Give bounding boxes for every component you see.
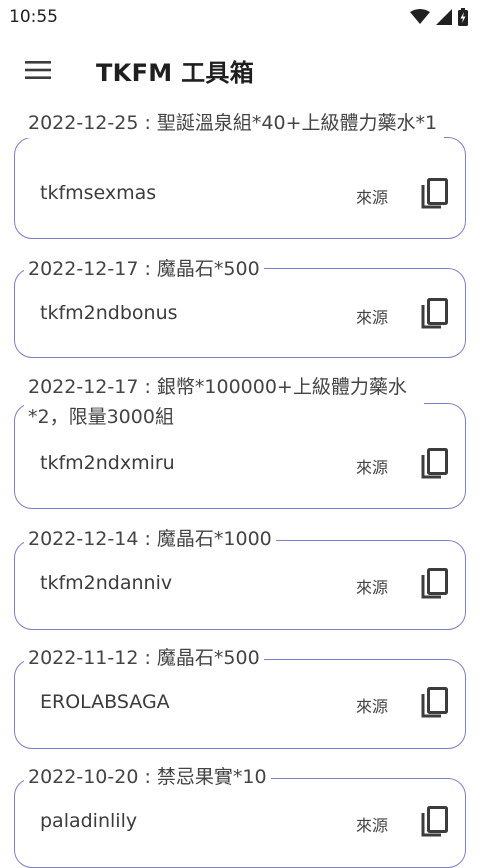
hamburger-menu-icon (25, 61, 51, 79)
status-icons (410, 8, 468, 26)
item-legend: 2022-12-17 : 魔晶石*500 (24, 254, 264, 284)
copy-button[interactable] (416, 296, 452, 332)
redeem-code: tkfm2ndxmiru (40, 452, 175, 474)
copy-icon (421, 298, 448, 329)
source-link[interactable]: 來源 (356, 693, 388, 717)
source-link[interactable]: 來源 (356, 304, 388, 328)
item-legend: 2022-12-17 : 銀幣*100000+上級體力藥水*2，限量3000組 (24, 372, 424, 432)
status-time: 10:55 (9, 7, 58, 27)
item-legend: 2022-11-12 : 魔晶石*500 (24, 643, 264, 673)
copy-icon (421, 806, 448, 837)
redeem-code: tkfm2ndanniv (40, 572, 173, 594)
source-link[interactable]: 來源 (356, 574, 388, 598)
item-legend: 2022-10-20 : 禁忌果實*10 (24, 762, 271, 792)
app-title: TKFM 工具箱 (96, 58, 255, 87)
redeem-code: paladinlily (40, 810, 138, 832)
source-link[interactable]: 來源 (356, 812, 388, 836)
copy-button[interactable] (416, 804, 452, 840)
source-link[interactable]: 來源 (356, 184, 388, 208)
item-legend: 2022-12-14 : 魔晶石*1000 (24, 524, 276, 554)
battery-icon (458, 8, 468, 26)
redeem-code: tkfmsexmas (40, 182, 157, 204)
copy-icon (421, 448, 448, 479)
menu-button[interactable] (10, 42, 66, 98)
status-bar: 10:55 (0, 0, 480, 34)
redeem-code: tkfm2ndbonus (40, 302, 178, 324)
source-link[interactable]: 來源 (356, 454, 388, 478)
signal-icon (436, 9, 452, 25)
copy-icon (421, 687, 448, 718)
copy-button[interactable] (416, 685, 452, 721)
app-bar: TKFM 工具箱 (0, 34, 480, 106)
redeem-code: EROLABSAGA (40, 691, 170, 713)
item-legend: 2022-12-25 : 聖誕溫泉組*40+上級體力藥水*1 (24, 108, 444, 138)
copy-button[interactable] (416, 446, 452, 482)
copy-icon (421, 178, 448, 209)
copy-icon (421, 568, 448, 599)
copy-button[interactable] (416, 566, 452, 602)
wifi-icon (410, 9, 430, 24)
copy-button[interactable] (416, 176, 452, 212)
